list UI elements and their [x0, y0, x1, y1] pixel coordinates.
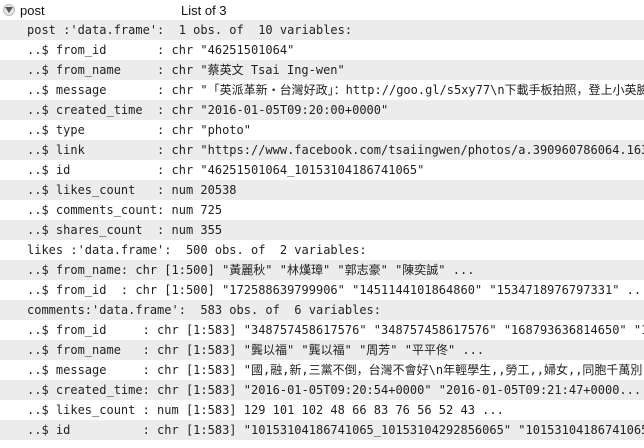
structure-row: ..$ from_id : chr [1:583] "3487574586175…	[27, 323, 644, 337]
structure-row: ..$ from_id : chr [1:500] "1725886397999…	[27, 283, 644, 297]
structure-row: ..$ id : chr "46251501064_10153104186741…	[27, 163, 425, 177]
structure-row: post :'data.frame': 1 obs. of 10 variabl…	[0, 20, 644, 40]
structure-row: ..$ link : chr "https://www.facebook.com…	[0, 140, 644, 160]
structure-row: ..$ shares_count : num 355	[0, 220, 644, 240]
structure-row: likes :'data.frame': 500 obs. of 2 varia…	[27, 243, 367, 257]
structure-row: ..$ from_name : chr "蔡英文 Tsai Ing-wen"	[0, 60, 644, 80]
structure-list: post :'data.frame': 1 obs. of 10 variabl…	[0, 20, 644, 440]
structure-row: ..$ type : chr "photo"	[27, 123, 251, 137]
structure-row: ..$ id : chr [1:583] "10153104186741065_…	[0, 420, 644, 440]
structure-row: ..$ message : chr "「英派革新・台灣好政」：http://go…	[27, 83, 644, 97]
structure-row: ..$ likes_count : num [1:583] 129 101 10…	[27, 403, 504, 417]
structure-row: ..$ from_name : chr [1:583] "龔以福" "龔以福" …	[0, 340, 644, 360]
structure-row: ..$ message : chr [1:583] "國,融,新,三黨不倒，台灣…	[27, 363, 644, 377]
expand-triangle-icon[interactable]	[3, 4, 15, 16]
object-type: List of 3	[181, 3, 227, 18]
structure-row: ..$ likes_count : num 20538	[0, 180, 644, 200]
structure-row: ..$ from_id : chr "46251501064"	[27, 43, 295, 57]
structure-row: ..$ created_time : chr "2016-01-05T09:20…	[0, 100, 644, 120]
structure-row: ..$ comments_count: num 725	[27, 203, 223, 217]
object-header: post List of 3	[0, 0, 644, 20]
structure-row: ..$ created_time: chr [1:583] "2016-01-0…	[0, 380, 644, 400]
object-name[interactable]: post	[20, 3, 45, 18]
structure-row: comments:'data.frame': 583 obs. of 6 var…	[0, 300, 644, 320]
structure-row: ..$ from_name: chr [1:500] "黃麗秋" "林熯璋" "…	[0, 260, 644, 280]
